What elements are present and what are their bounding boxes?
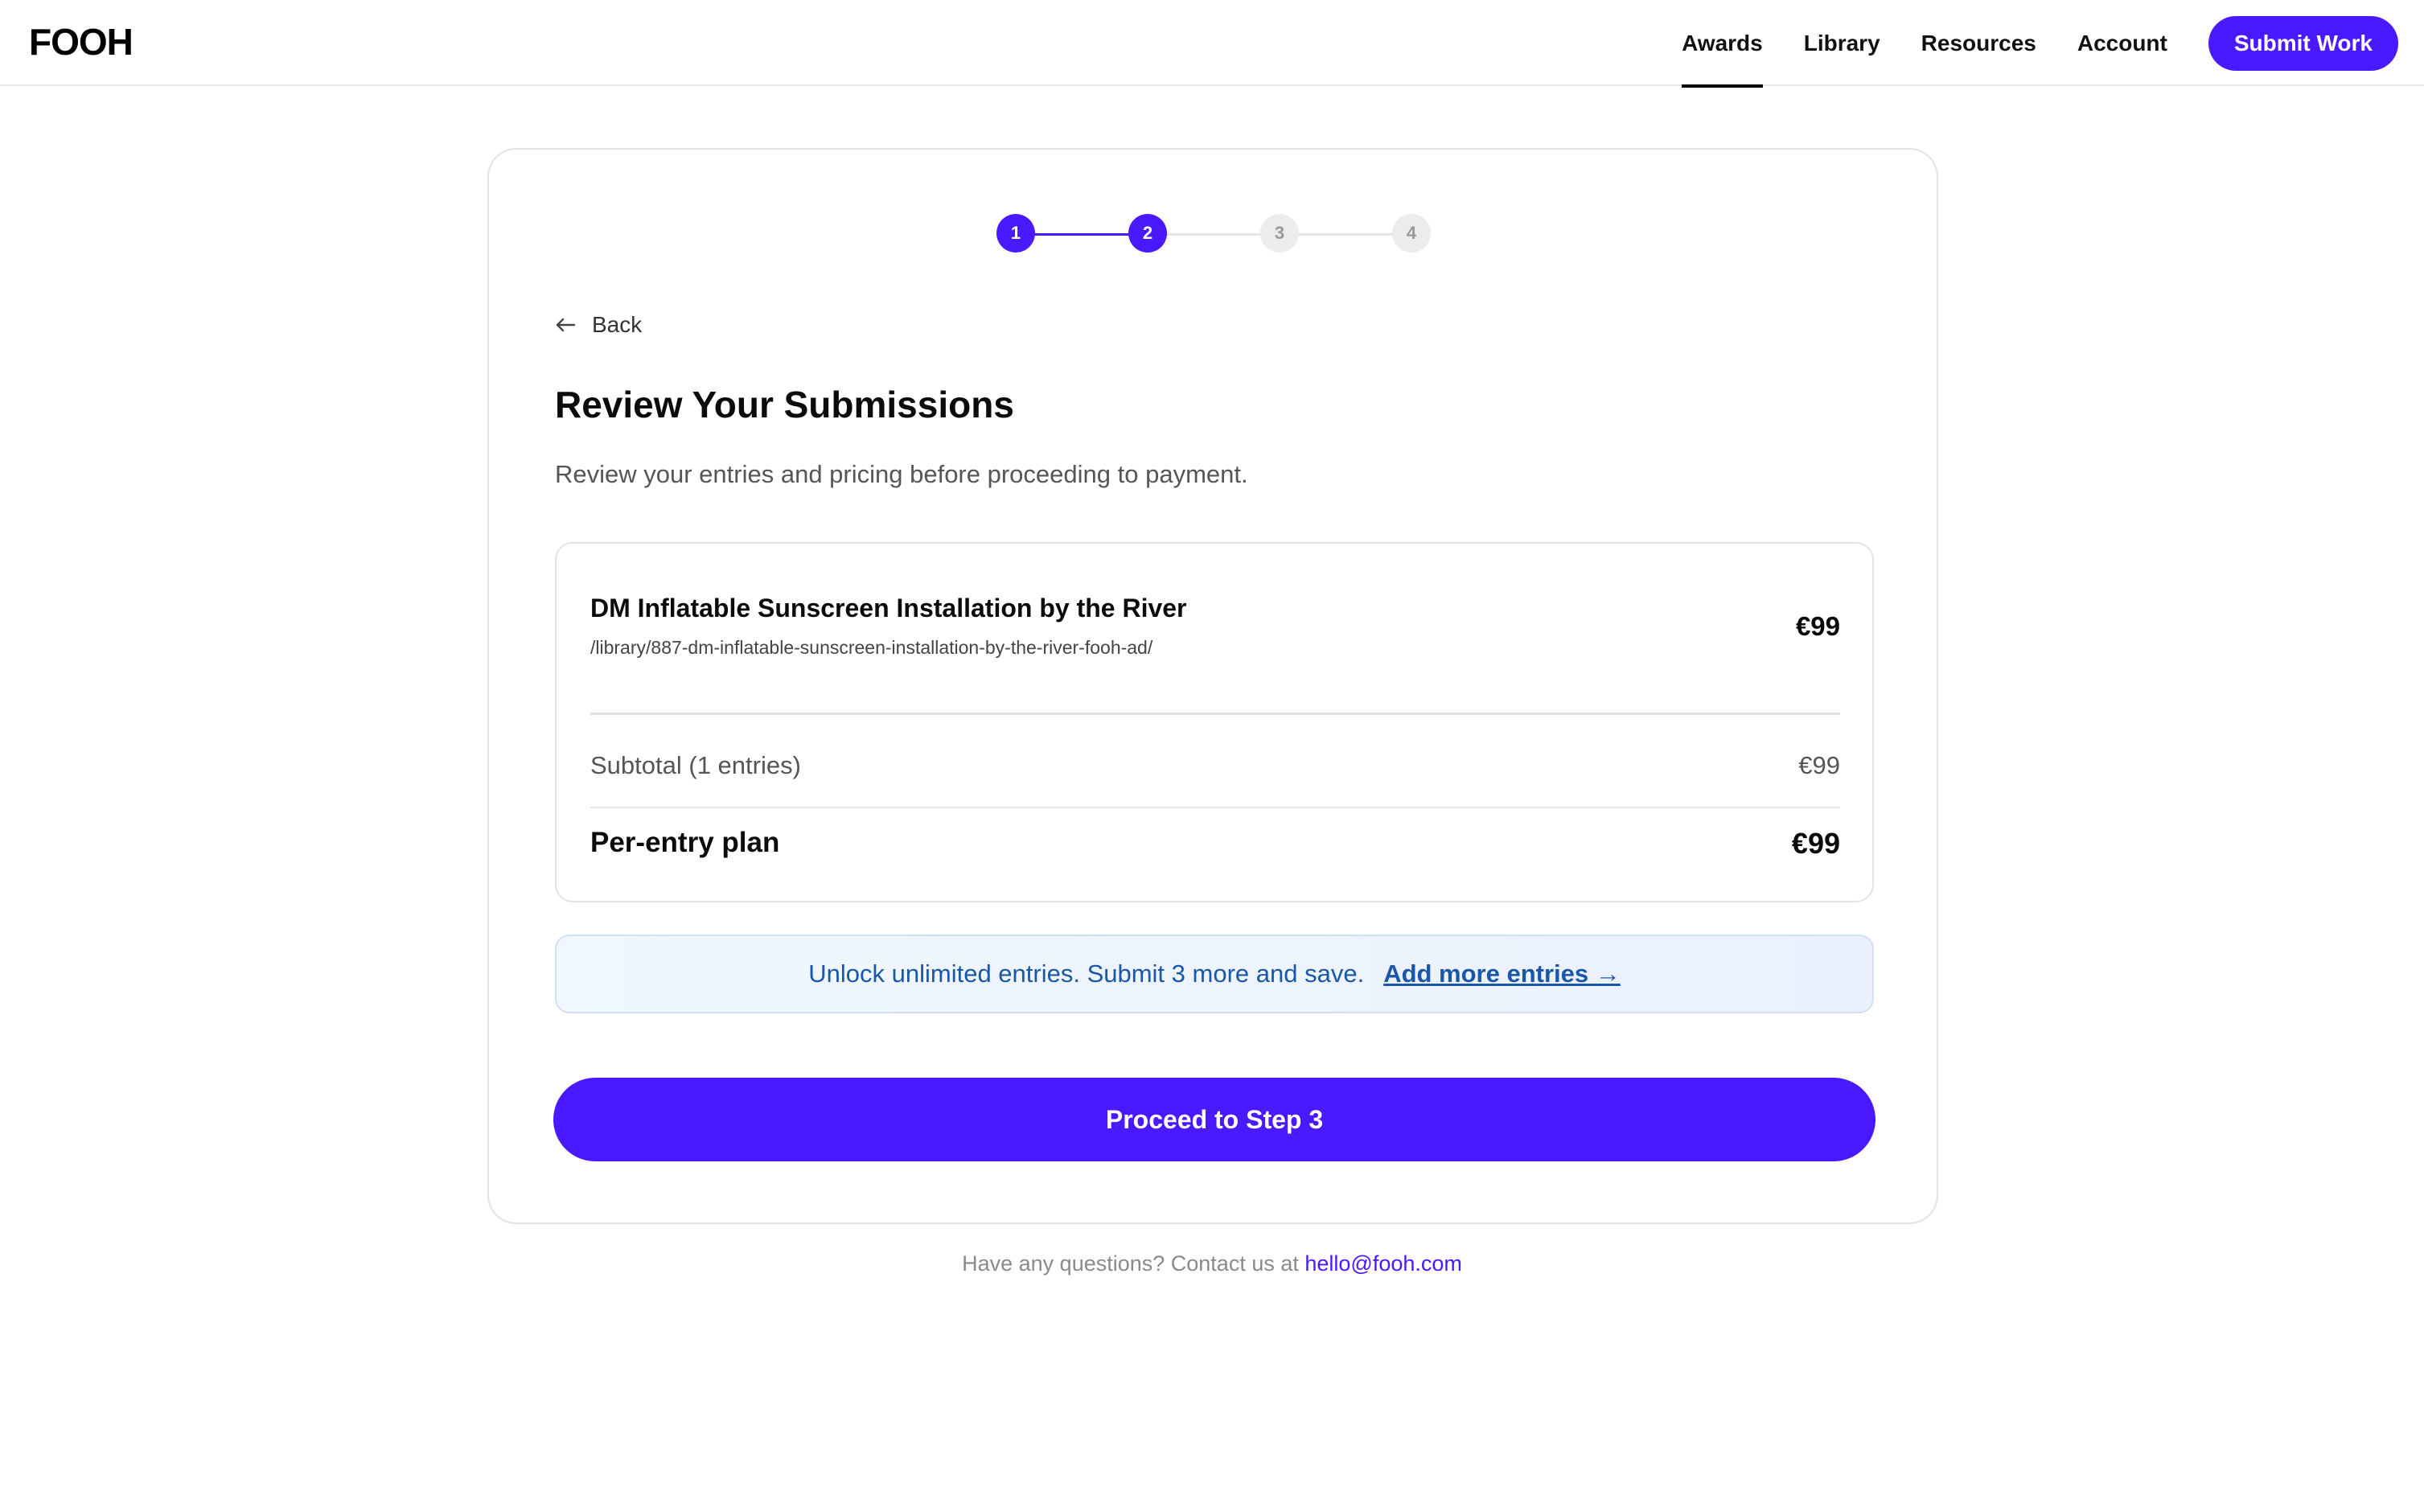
review-card: 1 2 3 4 Back Review Your Submissions Rev… <box>487 148 1938 1224</box>
subtotal-label: Subtotal (1 entries) <box>590 751 801 779</box>
step-3: 3 <box>1260 214 1299 253</box>
entry-path: /library/887-dm-inflatable-sunscreen-ins… <box>590 637 1153 658</box>
entry-price: €99 <box>1795 611 1840 641</box>
page-title: Review Your Submissions <box>555 384 1014 425</box>
main-nav: Awards Library Resources Account Submit … <box>1682 0 2398 88</box>
entry-title: DM Inflatable Sunscreen Installation by … <box>590 594 1187 622</box>
upsell-banner: Unlock unlimited entries. Submit 3 more … <box>555 935 1874 1013</box>
upsell-text: Unlock unlimited entries. Submit 3 more … <box>808 959 1365 988</box>
submission-summary: DM Inflatable Sunscreen Installation by … <box>555 542 1874 902</box>
nav-resources[interactable]: Resources <box>1921 0 2036 86</box>
nav-library[interactable]: Library <box>1804 0 1880 86</box>
contact-text: Have any questions? Contact us at <box>962 1251 1305 1276</box>
back-button[interactable]: Back <box>555 312 642 338</box>
contact-footer: Have any questions? Contact us at hello@… <box>0 1251 2424 1276</box>
step-1: 1 <box>996 214 1035 253</box>
plan-value: €99 <box>1791 827 1840 860</box>
progress-stepper: 1 2 3 4 <box>996 214 1431 254</box>
contact-email-link[interactable]: hello@fooh.com <box>1304 1251 1462 1276</box>
top-navigation-bar: FOOH Awards Library Resources Account Su… <box>0 0 2424 88</box>
nav-account[interactable]: Account <box>2077 0 2167 86</box>
subtotal-value: €99 <box>1798 751 1840 779</box>
fooh-logo[interactable]: FOOH <box>29 19 134 64</box>
plan-label: Per-entry plan <box>590 827 780 858</box>
plan-divider <box>590 807 1840 808</box>
submit-work-button[interactable]: Submit Work <box>2208 15 2398 71</box>
add-more-entries-link[interactable]: Add more entries → <box>1383 959 1621 988</box>
proceed-button[interactable]: Proceed to Step 3 <box>553 1078 1876 1161</box>
step-2: 2 <box>1128 214 1167 253</box>
summary-divider <box>590 713 1840 715</box>
page-subtitle: Review your entries and pricing before p… <box>555 460 1248 488</box>
step-4: 4 <box>1392 214 1431 253</box>
nav-awards[interactable]: Awards <box>1682 0 1763 88</box>
arrow-left-icon <box>556 318 576 332</box>
back-label: Back <box>592 312 643 337</box>
